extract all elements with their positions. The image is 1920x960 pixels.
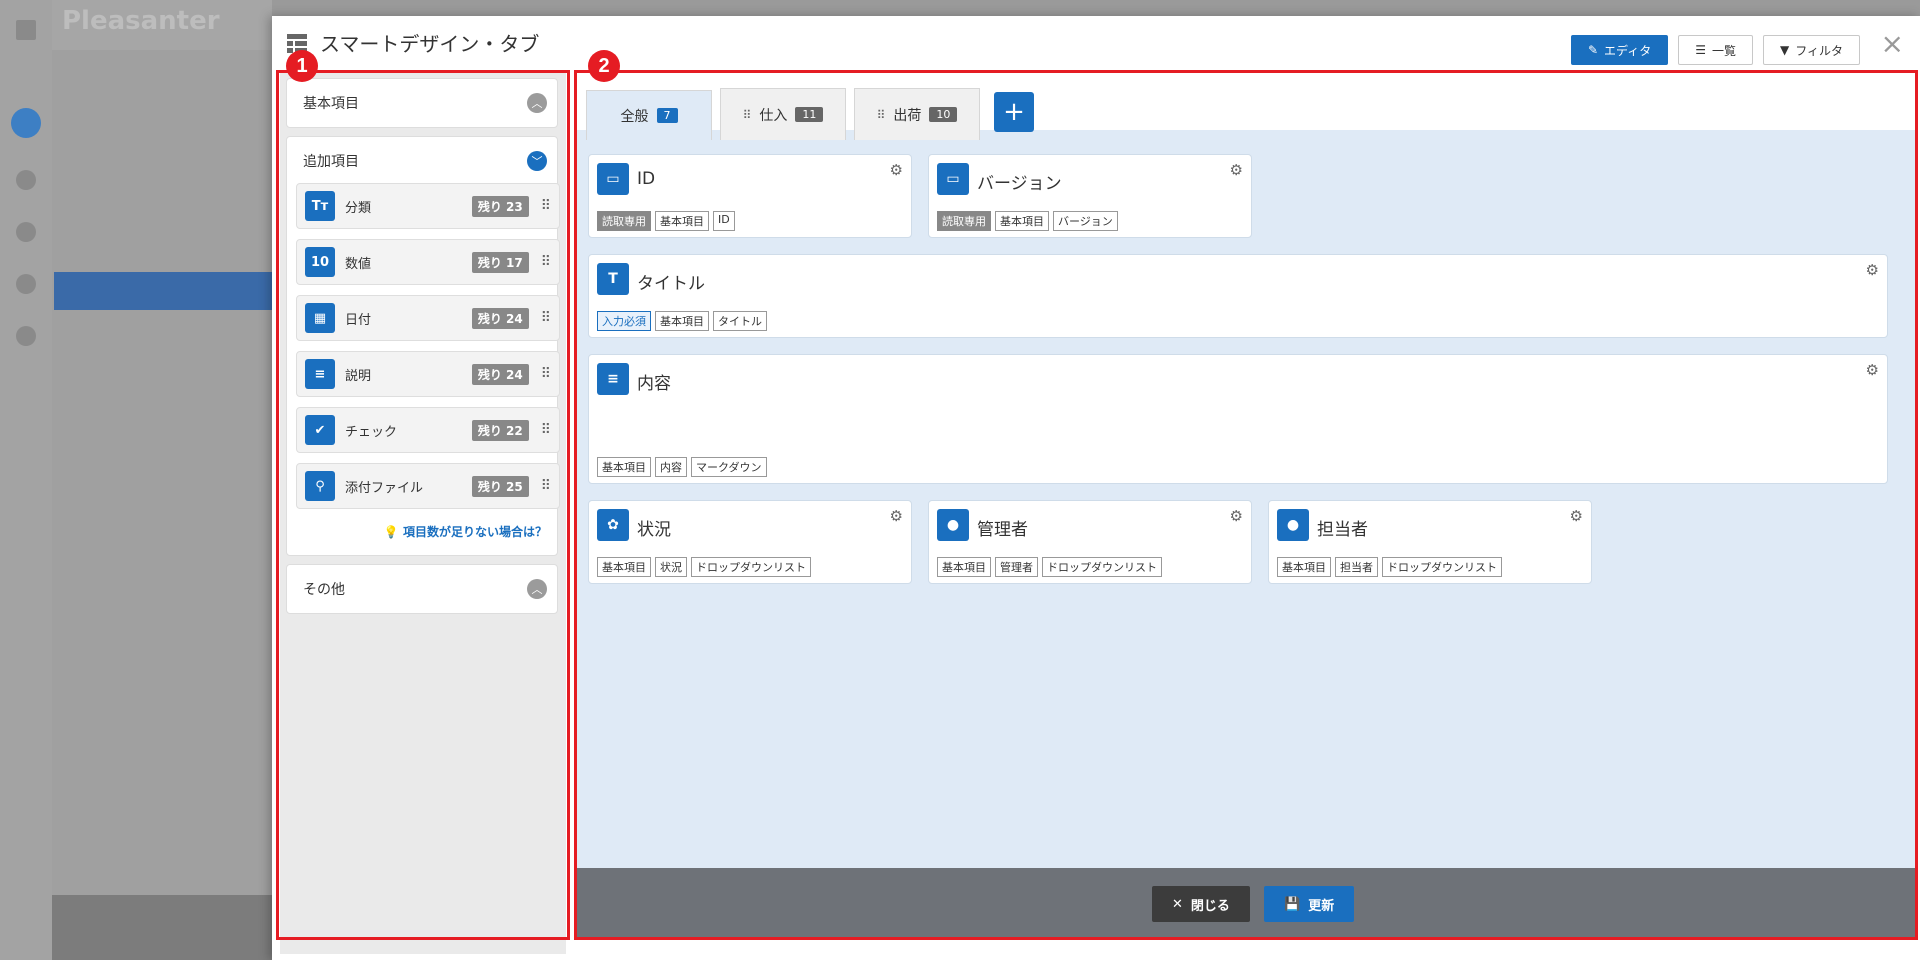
background-selected-row [54,272,274,310]
filter-icon: ▼ [1780,43,1790,57]
editor-button[interactable]: ✎ エディタ [1570,35,1669,65]
nav-icon [16,274,36,294]
add-icon [11,108,41,138]
background-footer [52,895,272,960]
dialog-title-area: スマートデザイン・タブ [286,28,539,57]
background-content [52,50,272,960]
edit-icon: ✎ [1587,43,1599,57]
filter-button[interactable]: ▼ フィルタ [1763,35,1860,65]
menu-icon [16,20,36,40]
header-button-group: ✎ エディタ ☰ 一覧 ▼ フィルタ [1570,35,1860,65]
annotation-badge-1: 1 [286,50,318,82]
dialog-title: スマートデザイン・タブ [320,32,540,56]
annotation-badge-2: 2 [588,50,620,82]
background-nav-rail [0,0,52,960]
editor-button-label: エディタ [1604,43,1652,58]
list-icon: ☰ [1695,43,1706,57]
highlight-box-left [276,70,570,940]
highlight-box-right [574,70,1918,940]
app-logo: Pleasanter [62,6,220,36]
filter-button-label: フィルタ [1795,43,1843,58]
nav-icon [16,170,36,190]
list-button[interactable]: ☰ 一覧 [1678,35,1753,65]
list-button-label: 一覧 [1711,43,1736,58]
close-icon[interactable]: × [1881,30,1904,58]
nav-icon [16,222,36,242]
nav-icon [16,326,36,346]
